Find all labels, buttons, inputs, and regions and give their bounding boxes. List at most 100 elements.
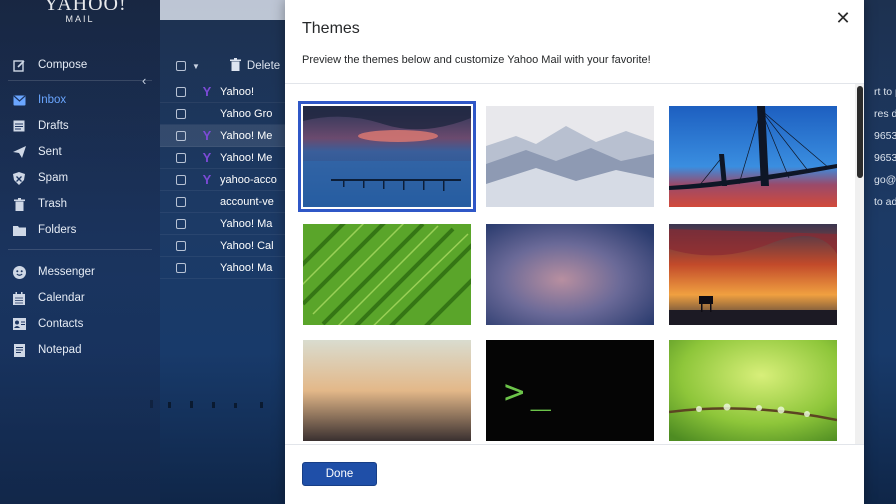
contacts-icon [12,317,26,331]
sidebar-item-calendar[interactable]: Calendar [12,288,85,308]
trash-icon [12,197,26,211]
message-sender: Yahoo! Me [220,151,273,164]
sidebar-item-messenger[interactable]: Messenger [12,262,95,282]
theme-tile-green-leaf[interactable] [303,224,471,325]
terminal-prompt-text: >_ [504,372,557,412]
close-icon[interactable]: ✕ [834,9,852,27]
sidebar-item-sent[interactable]: Sent [12,142,62,162]
sidebar-item-folders[interactable]: Folders [12,220,76,240]
inbox-icon [12,93,26,107]
dialog-title: Themes [302,20,360,37]
sidebar-item-label: Messenger [38,266,95,278]
message-preview: 965396 [874,152,896,164]
sidebar-item-label: Notepad [38,344,82,356]
message-sender: account-ve [220,195,274,208]
message-row[interactable]: Yahoo! Ma [160,213,286,235]
message-preview: res del [874,108,896,120]
sidebar-item-spam[interactable]: Spam [12,168,68,188]
compose-button[interactable]: Compose [12,55,87,75]
logo-line2: MAIL [65,14,95,24]
sidebar-divider [8,80,152,81]
messenger-icon [12,265,26,279]
message-preview: to add [874,196,896,208]
yahoo-mail-logo[interactable]: YAHOO! MAIL [44,0,127,24]
theme-tile-cable-bridge[interactable] [669,106,837,207]
sidebar-item-inbox[interactable]: Inbox [12,90,66,110]
row-checkbox[interactable] [176,130,186,141]
message-row[interactable]: Yahoo! Ma [160,257,286,279]
message-sender: Yahoo! Ma [220,217,273,230]
message-sender: yahoo-acco [220,173,277,186]
sidebar-item-label: Spam [38,172,69,184]
themes-dialog: Themes ✕ Preview the themes below and cu… [285,0,864,504]
sidebar-item-label: Calendar [38,292,85,304]
spam-icon [12,171,26,185]
message-row[interactable]: Yahoo! Cal [160,235,286,257]
theme-tile-ocean-pier[interactable] [298,101,476,212]
folder-icon [12,223,26,237]
sidebar-item-notepad[interactable]: Notepad [12,340,81,360]
collapse-arrow-icon[interactable]: ‹ [142,73,146,88]
theme-tile-blurred-dusk[interactable] [486,224,654,325]
sidebar: YAHOO! MAIL Compose ‹ Inbox Drafts Sent … [0,0,160,504]
done-button[interactable]: Done [302,462,377,486]
theme-tile-dew-drops[interactable] [669,340,837,441]
sent-icon [12,145,26,159]
message-sender: Yahoo! Ma [220,261,273,274]
yahoo-icon: Y [202,128,212,143]
notepad-icon [12,343,26,357]
sidebar-item-label: Folders [38,224,77,236]
row-checkbox[interactable] [176,262,186,273]
compose-icon [12,58,26,72]
dialog-footer-divider [285,444,864,445]
sidebar-divider [8,249,152,250]
sidebar-item-label: Contacts [38,318,84,330]
calendar-icon [12,291,26,305]
sidebar-item-label: Drafts [38,120,69,132]
message-preview: rt to p [874,86,896,98]
theme-tile-warm-blur[interactable] [303,340,471,441]
theme-tile-terminal-prompt[interactable]: >_ [486,340,654,441]
message-sender: Yahoo Gro [220,107,273,120]
sidebar-item-label: Sent [38,146,62,158]
yahoo-icon: Y [202,84,212,99]
row-checkbox[interactable] [176,240,186,251]
themes-scrollbar-thumb[interactable] [857,86,863,178]
trash-icon[interactable] [229,58,241,74]
delete-button[interactable]: Delete [247,60,280,72]
row-checkbox[interactable] [176,174,186,185]
row-checkbox[interactable] [176,196,186,207]
message-preview: 965396 [874,130,896,142]
theme-tile-misty-mountains[interactable] [486,106,654,207]
row-checkbox[interactable] [176,152,186,163]
select-all-checkbox[interactable] [176,61,186,71]
row-checkbox[interactable] [176,86,186,97]
dialog-subtitle: Preview the themes below and customize Y… [302,54,651,66]
message-preview: go@ac [874,174,896,186]
message-row[interactable]: Y Yahoo! Me [160,125,286,147]
message-toolbar: ▼ Delete [160,52,286,80]
search-bar[interactable] [160,0,286,20]
sidebar-item-drafts[interactable]: Drafts [12,116,69,136]
message-sender: Yahoo! Me [220,129,273,142]
dialog-divider [285,83,864,84]
message-sender: Yahoo! [220,85,255,98]
sidebar-item-label: Inbox [38,94,67,106]
message-row[interactable]: Y Yahoo! [160,81,286,103]
yahoo-icon: Y [202,150,212,165]
message-row[interactable]: Yahoo Gro [160,103,286,125]
yahoo-icon: Y [202,172,212,187]
background-pier [150,398,300,408]
sidebar-item-trash[interactable]: Trash [12,194,67,214]
message-row[interactable]: account-ve [160,191,286,213]
sidebar-item-contacts[interactable]: Contacts [12,314,83,334]
message-row[interactable]: Y Yahoo! Me [160,147,286,169]
message-sender: Yahoo! Cal [220,239,274,252]
theme-tile-beach-sunset[interactable] [669,224,837,325]
chevron-down-icon[interactable]: ▼ [192,62,200,71]
row-checkbox[interactable] [176,218,186,229]
message-row[interactable]: Y yahoo-acco [160,169,286,191]
row-checkbox[interactable] [176,108,186,119]
logo-line1: YAHOO! [44,0,127,15]
sidebar-item-label: Trash [38,198,67,210]
